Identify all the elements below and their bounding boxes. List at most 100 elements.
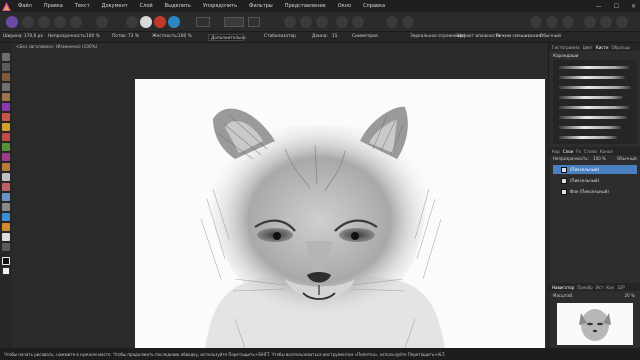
clone-tool-icon[interactable]	[2, 183, 10, 191]
menu-layer[interactable]: Слой	[134, 3, 159, 9]
menu-text[interactable]: Текст	[69, 3, 96, 9]
tab-histogram[interactable]: Гистограмма	[552, 45, 580, 50]
settings-icon[interactable]	[546, 16, 558, 28]
persona-photo-icon[interactable]	[6, 16, 18, 28]
gradient-tool-icon[interactable]	[2, 163, 10, 171]
tab-layers[interactable]: Слои	[563, 149, 573, 154]
marquee-rect-icon[interactable]	[196, 17, 210, 27]
color-icon[interactable]	[154, 16, 166, 28]
more-button[interactable]: Дополнительно	[208, 34, 246, 41]
brush-item[interactable]	[559, 76, 625, 79]
arrange-icon[interactable]	[352, 16, 364, 28]
marquee-tool-icon[interactable]	[2, 103, 10, 111]
menu-filters[interactable]: Фильтры	[243, 3, 279, 9]
minimize-button[interactable]: —	[596, 3, 602, 10]
close-button[interactable]: ✕	[631, 3, 636, 10]
tab-color[interactable]: Цвет	[583, 45, 593, 50]
levels-icon[interactable]	[140, 16, 152, 28]
brush-item[interactable]	[559, 86, 631, 89]
canvas-area[interactable]	[12, 51, 545, 348]
flood-select-icon[interactable]	[2, 93, 10, 101]
red-eye-tool-icon[interactable]	[2, 203, 10, 211]
adjustment-icon[interactable]	[126, 16, 138, 28]
menu-help[interactable]: Справка	[357, 3, 391, 9]
menu-file[interactable]: Файл	[12, 3, 38, 9]
dodge-tool-icon[interactable]	[2, 173, 10, 181]
view-tool-icon[interactable]	[2, 63, 10, 71]
selection-mode-icon[interactable]	[224, 17, 244, 27]
tab-adjust[interactable]: Кор	[552, 149, 560, 154]
tab-styles[interactable]: Стили	[584, 149, 597, 154]
document-canvas[interactable]	[135, 79, 545, 348]
tab-32p[interactable]: 32Р	[617, 285, 625, 290]
navigator-thumbnail[interactable]	[557, 303, 633, 345]
align-icon[interactable]	[336, 16, 348, 28]
wet-edges-checkbox[interactable]: Эффект влажности	[456, 34, 500, 39]
selection-brush-icon[interactable]	[2, 83, 10, 91]
tab-effects[interactable]: Fx	[576, 149, 581, 154]
brush-item[interactable]	[559, 106, 629, 109]
layer-row[interactable]: (Пиксельный)	[553, 165, 637, 174]
blemish-tool-icon[interactable]	[2, 193, 10, 201]
brush-item[interactable]	[559, 136, 617, 139]
layer-row[interactable]: (Пиксельный)	[553, 176, 637, 185]
selection-add-icon[interactable]	[248, 17, 260, 27]
tab-brushes[interactable]: Кисти	[596, 45, 609, 50]
pen-tool-icon[interactable]	[2, 213, 10, 221]
menu-select[interactable]: Выделить	[159, 3, 197, 9]
flood-fill-icon[interactable]	[2, 153, 10, 161]
flow-field[interactable]: 73 %	[128, 34, 139, 39]
quick-mask-icon[interactable]	[402, 16, 414, 28]
erase-brush-icon[interactable]	[2, 143, 10, 151]
split-view-icon[interactable]	[600, 16, 612, 28]
stabilizer-checkbox[interactable]: Стабилизатор	[264, 34, 296, 39]
tab-swatches[interactable]: Образцы	[611, 45, 630, 50]
brush-item[interactable]	[559, 66, 629, 69]
text-tool-icon[interactable]	[2, 233, 10, 241]
hardness-field[interactable]: 100 %	[178, 34, 192, 39]
color-picker-icon[interactable]	[2, 243, 10, 251]
layers-blend-select[interactable]: Обычный	[617, 156, 637, 161]
menu-window[interactable]: Окно	[332, 3, 357, 9]
zoom-field[interactable]: 20 %	[625, 293, 635, 298]
move-tool-icon[interactable]	[2, 53, 10, 61]
tab-navigator[interactable]: Навигатор	[552, 285, 574, 290]
tab-transform[interactable]: Преобр	[577, 285, 592, 290]
secondary-color-swatch[interactable]	[2, 267, 10, 275]
hsl-icon[interactable]	[168, 16, 180, 28]
mask-icon[interactable]	[386, 16, 398, 28]
pixel-tool-icon[interactable]	[2, 133, 10, 141]
tab-history[interactable]: Ист	[596, 285, 604, 290]
persona-export-icon[interactable]	[70, 16, 82, 28]
paint-brush-icon[interactable]	[2, 123, 10, 131]
snapping-icon[interactable]	[284, 16, 296, 28]
brush-item[interactable]	[559, 126, 621, 129]
brush-category-select[interactable]: Карандаши	[553, 53, 579, 58]
blend-mode-select[interactable]: Обычный	[540, 34, 561, 39]
width-field[interactable]: 170,6 px	[24, 34, 43, 39]
brush-item[interactable]	[559, 116, 627, 119]
studio-icon[interactable]	[562, 16, 574, 28]
opacity-field[interactable]: 100 %	[86, 34, 100, 39]
assistant-icon[interactable]	[530, 16, 542, 28]
tab-channels[interactable]: Канал	[600, 149, 613, 154]
persona-tone-icon[interactable]	[54, 16, 66, 28]
symmetry-checkbox[interactable]: Симметрия	[352, 34, 378, 39]
persona-liquify-icon[interactable]	[22, 16, 34, 28]
flip-icon[interactable]	[316, 16, 328, 28]
view-mode-icon[interactable]	[584, 16, 596, 28]
freehand-select-icon[interactable]	[2, 113, 10, 121]
persona-develop-icon[interactable]	[38, 16, 50, 28]
layer-row[interactable]: Фон (Пиксельный)	[553, 187, 637, 196]
transform-icon[interactable]	[300, 16, 312, 28]
crop-tool-icon[interactable]	[2, 73, 10, 81]
maximize-button[interactable]: ☐	[614, 3, 619, 10]
layers-opacity-field[interactable]: 100 %	[593, 156, 606, 161]
primary-color-swatch[interactable]	[2, 257, 10, 265]
share-icon[interactable]	[96, 16, 108, 28]
view-options-icon[interactable]	[616, 16, 628, 28]
shape-tool-icon[interactable]	[2, 223, 10, 231]
menu-view[interactable]: Представление	[279, 3, 332, 9]
menu-arrange[interactable]: Упорядочить	[197, 3, 243, 9]
menu-edit[interactable]: Правка	[38, 3, 69, 9]
